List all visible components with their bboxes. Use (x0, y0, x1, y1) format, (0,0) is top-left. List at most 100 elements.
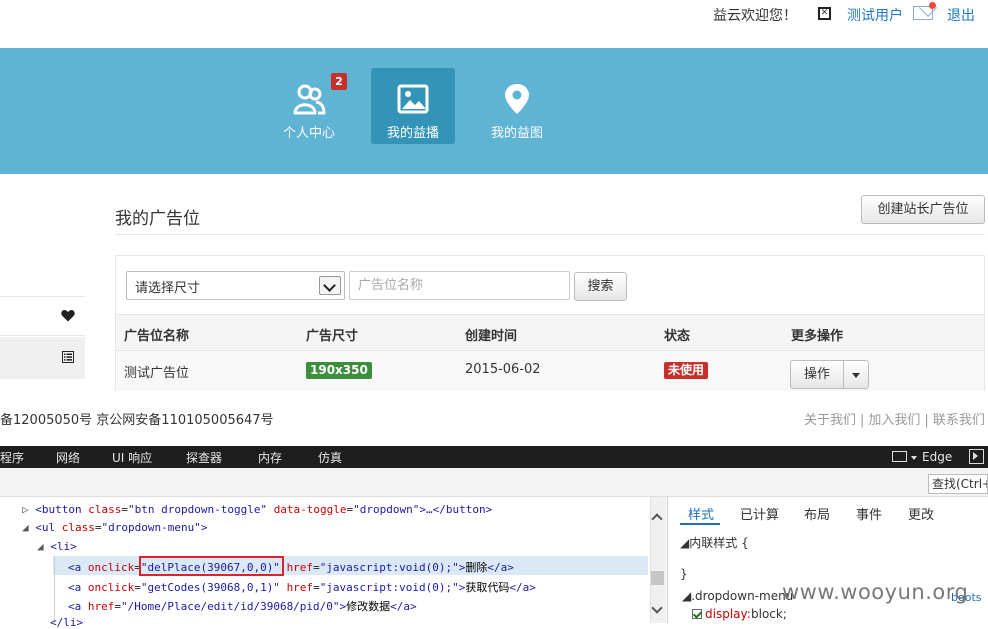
close-icon[interactable]: ✕ (818, 7, 831, 20)
selector-text: .dropdown-menu (691, 589, 794, 603)
dom-line[interactable]: ◢ <ul class="dropdown-menu"> (22, 521, 207, 534)
highlight-box (139, 556, 284, 576)
dom-attr: class (88, 503, 122, 516)
action-button[interactable]: 操作 (790, 360, 844, 389)
dom-value: "dropdown-menu" (101, 521, 201, 534)
devtools-tab-debugger[interactable]: 程序 (0, 449, 24, 466)
dom-tag: <button (35, 503, 89, 516)
nav-my-map-label: 我的益图 (490, 126, 543, 141)
footer-link-about[interactable]: 关于我们 (804, 413, 856, 428)
dom-line[interactable]: ◢ <li> (37, 540, 77, 553)
device-mode-icon[interactable] (892, 451, 907, 462)
styles-tab-computed[interactable]: 已计算 (740, 504, 779, 523)
create-ad-slot-button[interactable]: 创建站长广告位 (861, 195, 985, 224)
sidebar-item-favorites[interactable] (0, 296, 85, 336)
dom-value: "getCodes(39068,0,1)" (140, 581, 280, 594)
dock-icon[interactable] (969, 449, 984, 464)
dom-attr: href (286, 581, 314, 594)
dom-text: 修改数据 (346, 600, 391, 613)
collapse-triangle-icon[interactable]: ◢ (682, 589, 691, 603)
dom-tag: > (200, 521, 208, 534)
search-button[interactable]: 搜索 (574, 272, 627, 301)
nav-my-map[interactable]: 我的益图 (475, 68, 559, 144)
collapse-triangle-icon[interactable]: ◢ (37, 540, 50, 553)
dom-text: 获取代码 (465, 581, 510, 594)
checkbox-icon[interactable] (692, 609, 702, 619)
css-rule-selector[interactable]: ◢.dropdown-menu (682, 589, 793, 603)
dom-attr: onclick (87, 581, 135, 594)
expand-triangle-icon[interactable]: ▷ (22, 503, 35, 516)
dom-value: "dropdown" (353, 503, 420, 516)
dom-tag: <a (68, 561, 88, 574)
devtools-tab-ui-responsiveness[interactable]: UI 响应 (112, 449, 152, 466)
footer-links: 关于我们 | 加入我们 | 联系我们 (804, 409, 985, 428)
table-header (116, 314, 984, 351)
footer-icp: 备12005050号 京公网安备110105005647号 (0, 413, 274, 428)
styles-tab-changes[interactable]: 更改 (908, 504, 934, 523)
browser-mode-label[interactable]: Edge (922, 450, 952, 464)
footer-link-contact[interactable]: 联系我们 (933, 413, 985, 428)
header-status: 状态 (664, 329, 691, 344)
location-pin-icon (505, 84, 529, 114)
devtools-tab-emulation[interactable]: 仿真 (318, 449, 342, 466)
dom-attr: data-toggle (273, 503, 347, 516)
ad-slot-name-input[interactable] (349, 271, 570, 300)
users-icon (293, 84, 326, 115)
devtools-find-input[interactable]: 查找(Ctrl+F) (928, 474, 988, 494)
footer-separator: | (860, 413, 865, 428)
dom-tag: <ul (35, 521, 62, 534)
footer-link-join[interactable]: 加入我们 (868, 413, 920, 428)
chevron-down-icon[interactable] (319, 276, 341, 295)
dom-line-selected[interactable]: <a onclick="delPlace(39067,0,0)" href="j… (68, 559, 514, 575)
notification-dot (929, 2, 936, 9)
header-ad-size: 广告尺寸 (306, 329, 359, 344)
devtools-tab-network[interactable]: 网络 (56, 449, 80, 466)
dom-line[interactable]: ▷ <button class="btn dropdown-toggle" da… (22, 503, 492, 516)
dom-tag: >…</button> (419, 503, 493, 516)
dom-text: 删除 (465, 561, 488, 574)
chevron-down-icon[interactable] (911, 456, 917, 460)
css-property-name[interactable]: display: (705, 607, 751, 621)
dom-indent-guide (54, 556, 55, 623)
logout-link[interactable]: 退出 (947, 5, 975, 25)
header-more-actions: 更多操作 (791, 329, 844, 344)
dom-value: "btn dropdown-toggle" (127, 503, 268, 516)
styles-tab-styles[interactable]: 样式 (688, 504, 714, 523)
username-link[interactable]: 测试用户 (847, 5, 903, 25)
styles-tab-layout[interactable]: 布局 (804, 504, 830, 523)
open-brace: { (741, 536, 749, 550)
dom-tag: </a> (390, 600, 417, 613)
list-icon (62, 351, 74, 363)
nav-my-broadcast[interactable]: 我的益播 (371, 68, 455, 144)
devtools-tab-profiler[interactable]: 探查器 (186, 449, 222, 466)
styles-tab-events[interactable]: 事件 (856, 504, 882, 523)
top-bar (0, 0, 988, 48)
dom-tag: <a (68, 600, 88, 613)
dom-tag: </a> (487, 561, 514, 574)
welcome-text: 益云欢迎您！ (713, 8, 797, 24)
dom-value: "javascript:void(0);" (319, 581, 459, 594)
devtools-tab-memory[interactable]: 内存 (258, 449, 282, 466)
collapse-triangle-icon[interactable]: ◢ (680, 536, 689, 550)
dom-line[interactable]: <a href="/Home/Place/edit/id/39068/pid/0… (68, 598, 417, 614)
watermark: www.wooyun.org (782, 580, 969, 604)
scrollbar-thumb[interactable] (651, 571, 664, 585)
collapse-triangle-icon[interactable]: ◢ (22, 521, 35, 534)
dom-attr: href (87, 600, 115, 613)
header-created: 创建时间 (465, 329, 518, 344)
status-badge: 未使用 (664, 362, 709, 379)
dom-attr: href (286, 561, 314, 574)
css-property-value[interactable]: block; (751, 607, 787, 621)
dom-tag: <a (68, 581, 88, 594)
dom-tag: </a> (509, 581, 536, 594)
inline-style-rule[interactable]: ◢内联样式 { (680, 534, 749, 551)
dom-line[interactable]: <a onclick="getCodes(39068,0,1)" href="j… (68, 579, 536, 595)
inline-style-label: 内联样式 (689, 536, 738, 550)
action-dropdown-toggle[interactable] (843, 360, 869, 389)
css-property-name-text: display (705, 607, 747, 621)
active-tab-indicator (680, 523, 720, 525)
sidebar-item-list[interactable] (0, 337, 85, 379)
cell-ad-name: 测试广告位 (124, 366, 190, 381)
image-icon (397, 84, 429, 114)
heart-icon (61, 310, 75, 322)
